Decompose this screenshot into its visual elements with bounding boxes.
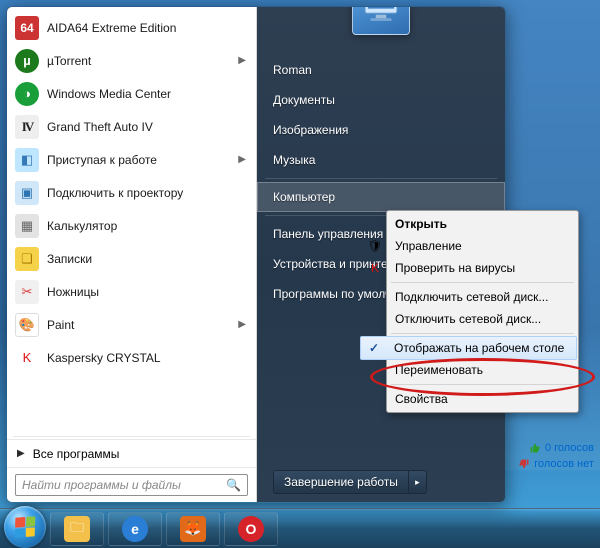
taskbar-button[interactable]: 🦊 (166, 512, 220, 546)
context-menu-item[interactable]: ✓ Отображать на рабочем столе (360, 336, 577, 360)
program-icon: ▣ (15, 181, 39, 205)
program-icon: K (15, 346, 39, 370)
context-menu-item[interactable]: Открыть (361, 213, 576, 235)
triangle-icon: ▶ (17, 448, 25, 459)
context-menu-item[interactable]: 🛡 Управление (361, 235, 576, 257)
menu-item-icon: K (367, 260, 383, 276)
firefox-icon: 🦊 (180, 516, 206, 542)
right-pane-item[interactable]: Компьютер (257, 182, 505, 212)
thumb-down-icon (518, 458, 530, 470)
taskbar-apps: 🗀 e 🦊 O (50, 512, 278, 546)
program-label: Калькулятор (47, 219, 246, 233)
program-label: Подключить к проектору (47, 186, 246, 200)
votes-up: 0 голосов (545, 442, 594, 454)
start-button[interactable] (4, 506, 46, 548)
shutdown-row: Завершение работы ▸ (257, 462, 505, 502)
context-menu-label: Управление (395, 239, 462, 253)
explorer-icon: 🗀 (64, 516, 90, 542)
user-picture[interactable] (352, 6, 410, 35)
divider (13, 436, 250, 437)
taskbar-button[interactable]: e (108, 512, 162, 546)
separator (391, 333, 574, 334)
taskbar-button[interactable]: O (224, 512, 278, 546)
program-item[interactable]: µ µTorrent ▶ (7, 44, 256, 77)
thumb-up-icon (529, 442, 541, 454)
program-item[interactable]: ◑ Windows Media Center (7, 77, 256, 110)
all-programs[interactable]: ▶ Все программы (7, 439, 256, 467)
context-menu-item[interactable]: Свойства (361, 388, 576, 410)
program-icon: ◧ (15, 148, 39, 172)
program-item[interactable]: ▣ Подключить к проектору (7, 176, 256, 209)
program-icon: µ (15, 49, 39, 73)
context-menu-label: Свойства (395, 392, 448, 406)
context-menu-label: Проверить на вирусы (395, 261, 515, 275)
program-item[interactable]: K Kaspersky CRYSTAL (7, 341, 256, 374)
right-pane-item[interactable]: Музыка (257, 145, 505, 175)
program-item[interactable]: ◧ Приступая к работе ▶ (7, 143, 256, 176)
all-programs-label: Все программы (33, 447, 120, 461)
program-icon: ▦ (15, 214, 39, 238)
program-icon: ❏ (15, 247, 39, 271)
taskbar: 🗀 e 🦊 O (0, 508, 600, 548)
program-label: Приступая к работе (47, 153, 230, 167)
program-item[interactable]: ❏ Записки (7, 242, 256, 275)
chevron-right-icon: ▶ (238, 319, 246, 330)
chevron-right-icon: ▶ (238, 154, 246, 165)
program-label: AIDA64 Extreme Edition (47, 21, 246, 35)
separator (391, 282, 574, 283)
separator (391, 384, 574, 385)
program-icon: 64 (15, 16, 39, 40)
program-item[interactable]: ▦ Калькулятор (7, 209, 256, 242)
right-pane-item[interactable]: Изображения (257, 115, 505, 145)
program-icon: ✂ (15, 280, 39, 304)
program-icon: ◑ (15, 82, 39, 106)
context-menu-label: Отображать на рабочем столе (394, 341, 564, 355)
program-item[interactable]: 🎨 Paint ▶ (7, 308, 256, 341)
program-label: Paint (47, 318, 230, 332)
programs-list: 64 AIDA64 Extreme Edition µ µTorrent ▶ ◑ Windo… (7, 7, 256, 434)
search-icon: 🔍 (226, 478, 241, 492)
windows-logo-icon (15, 516, 36, 537)
votes-down: голосов нет (534, 458, 594, 470)
program-item[interactable]: IV Grand Theft Auto IV (7, 110, 256, 143)
program-label: Kaspersky CRYSTAL (47, 351, 246, 365)
program-icon: 🎨 (15, 313, 39, 337)
program-icon: IV (15, 115, 39, 139)
context-menu-label: Переименовать (395, 363, 483, 377)
program-label: Windows Media Center (47, 87, 246, 101)
program-label: Ножницы (47, 285, 246, 299)
context-menu-item[interactable]: K Проверить на вирусы (361, 257, 576, 279)
shutdown-options-button[interactable]: ▸ (409, 470, 427, 494)
taskbar-button[interactable]: 🗀 (50, 512, 104, 546)
start-menu-left-pane: 64 AIDA64 Extreme Edition µ µTorrent ▶ ◑ Windo… (7, 7, 257, 502)
context-menu-item[interactable]: Подключить сетевой диск... (361, 286, 576, 308)
right-pane-item[interactable]: Roman (257, 55, 505, 85)
program-label: Grand Theft Auto IV (47, 120, 246, 134)
computer-context-menu: Открыть🛡УправлениеKПроверить на вирусыПо… (386, 210, 579, 413)
right-pane-item[interactable]: Документы (257, 85, 505, 115)
separator (265, 178, 497, 179)
program-label: µTorrent (47, 54, 230, 68)
context-menu-item[interactable]: Переименовать (361, 359, 576, 381)
ie-icon: e (122, 516, 148, 542)
opera-icon: O (238, 516, 264, 542)
shutdown-label: Завершение работы (284, 475, 398, 489)
program-item[interactable]: 64 AIDA64 Extreme Edition (7, 11, 256, 44)
context-menu-label: Отключить сетевой диск... (395, 312, 541, 326)
context-menu-item[interactable]: Отключить сетевой диск... (361, 308, 576, 330)
context-menu-label: Открыть (395, 217, 447, 231)
search-input[interactable]: Найти программы и файлы🔍 (15, 474, 248, 496)
program-label: Записки (47, 252, 246, 266)
chevron-right-icon: ▶ (238, 55, 246, 66)
check-icon: ✓ (369, 341, 379, 355)
program-item[interactable]: ✂ Ножницы (7, 275, 256, 308)
context-menu-label: Подключить сетевой диск... (395, 290, 548, 304)
search-wrap: Найти программы и файлы🔍 (7, 467, 256, 502)
shutdown-button[interactable]: Завершение работы (273, 470, 409, 494)
computer-icon (360, 6, 402, 27)
menu-item-icon: 🛡 (367, 238, 383, 254)
